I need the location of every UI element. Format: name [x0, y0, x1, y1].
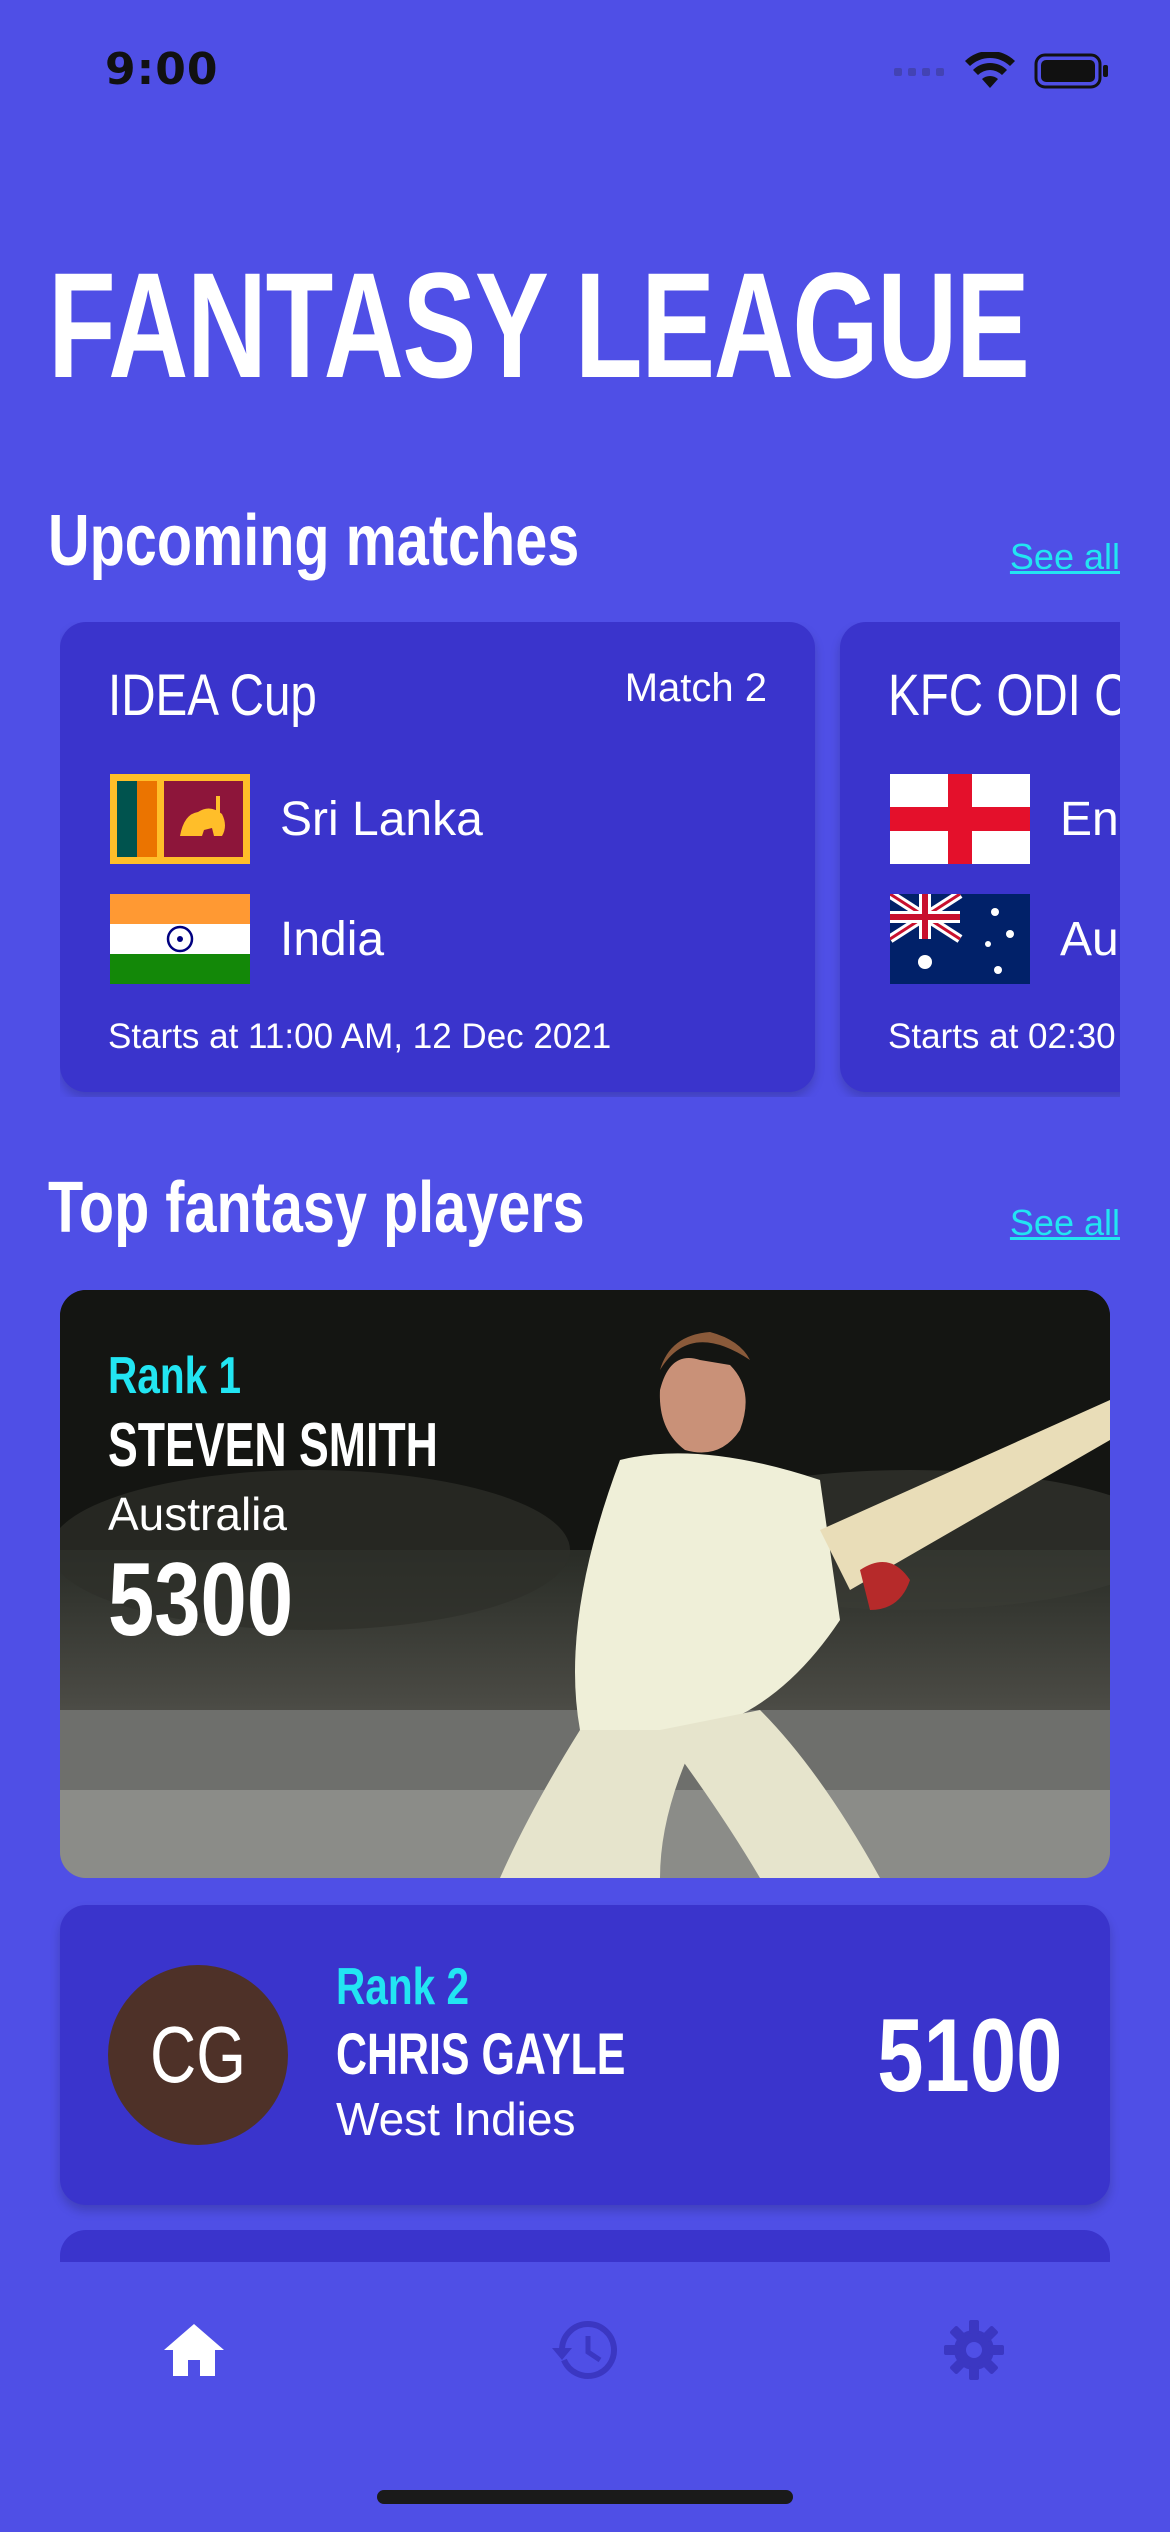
- top-player-hero-card[interactable]: Rank 1 STEVEN SMITH Australia 5300: [60, 1290, 1110, 1878]
- player-rank: Rank 2: [336, 1958, 470, 2016]
- australia-flag-icon: [890, 894, 1030, 984]
- team-row: Sri Lanka: [110, 774, 483, 864]
- settings-icon: [944, 2320, 1004, 2380]
- home-indicator: [377, 2490, 793, 2504]
- match-cup-name: KFC ODI Cup: [888, 663, 1120, 728]
- india-flag-icon: [110, 894, 250, 984]
- status-time: 9:00: [105, 44, 219, 95]
- player-name: STEVEN SMITH: [108, 1411, 438, 1480]
- tab-history[interactable]: [545, 2310, 625, 2390]
- team-name: India: [280, 912, 385, 966]
- top-players-see-all-link[interactable]: See all: [1010, 1202, 1120, 1244]
- team-name: England: [1060, 792, 1120, 846]
- page-title: FANTASY LEAGUE: [48, 241, 1030, 409]
- player-name: CHRIS GAYLE: [336, 2022, 626, 2087]
- history-icon: [552, 2321, 617, 2379]
- upcoming-matches-title: Upcoming matches: [48, 501, 580, 581]
- player-country: West Indies: [336, 2093, 576, 2145]
- upcoming-see-all-link[interactable]: See all: [1010, 536, 1120, 578]
- match-cup-name: IDEA Cup: [108, 663, 317, 728]
- team-row: England: [890, 774, 1120, 864]
- match-card[interactable]: KFC ODI Cup England: [840, 622, 1120, 1092]
- cellular-signal-icon: [894, 64, 946, 83]
- player-points: 5100: [876, 1998, 1062, 2114]
- wifi-icon: [964, 50, 1016, 95]
- england-flag-icon: [890, 774, 1030, 864]
- match-start-time: Starts at 02:30: [888, 1017, 1116, 1056]
- status-bar: 9:00: [0, 0, 1170, 140]
- avatar: CG: [108, 1965, 288, 2145]
- player-info: Rank 2 CHRIS GAYLE West Indies: [336, 1957, 727, 2146]
- matches-carousel[interactable]: IDEA Cup Match 2 Sri Lanka India Starts …: [60, 622, 1120, 1097]
- match-card[interactable]: IDEA Cup Match 2 Sri Lanka India Starts …: [60, 622, 815, 1092]
- player-points: 5300: [108, 1542, 294, 1658]
- hero-player-info: Rank 1 STEVEN SMITH Australia 5300: [108, 1346, 566, 1660]
- player-country: Australia: [108, 1488, 287, 1540]
- status-icons: [894, 50, 1110, 95]
- battery-icon: [1034, 53, 1110, 94]
- team-row: India: [110, 894, 384, 984]
- sri-lanka-flag-icon: [110, 774, 250, 864]
- top-players-title: Top fantasy players: [48, 1168, 585, 1248]
- tab-settings[interactable]: [934, 2310, 1014, 2390]
- team-row: Australia: [890, 894, 1120, 984]
- player-card[interactable]: CG Rank 2 CHRIS GAYLE West Indies 5100: [60, 1905, 1110, 2205]
- player-rank: Rank 1: [108, 1347, 242, 1405]
- tab-home[interactable]: [154, 2310, 234, 2390]
- team-name: Sri Lanka: [280, 792, 483, 846]
- match-number: Match 2: [624, 666, 767, 710]
- team-name: Australia: [1060, 912, 1120, 966]
- match-start-time: Starts at 11:00 AM, 12 Dec 2021: [108, 1017, 612, 1056]
- home-icon: [164, 2324, 224, 2376]
- avatar-initials: CG: [150, 2010, 246, 2099]
